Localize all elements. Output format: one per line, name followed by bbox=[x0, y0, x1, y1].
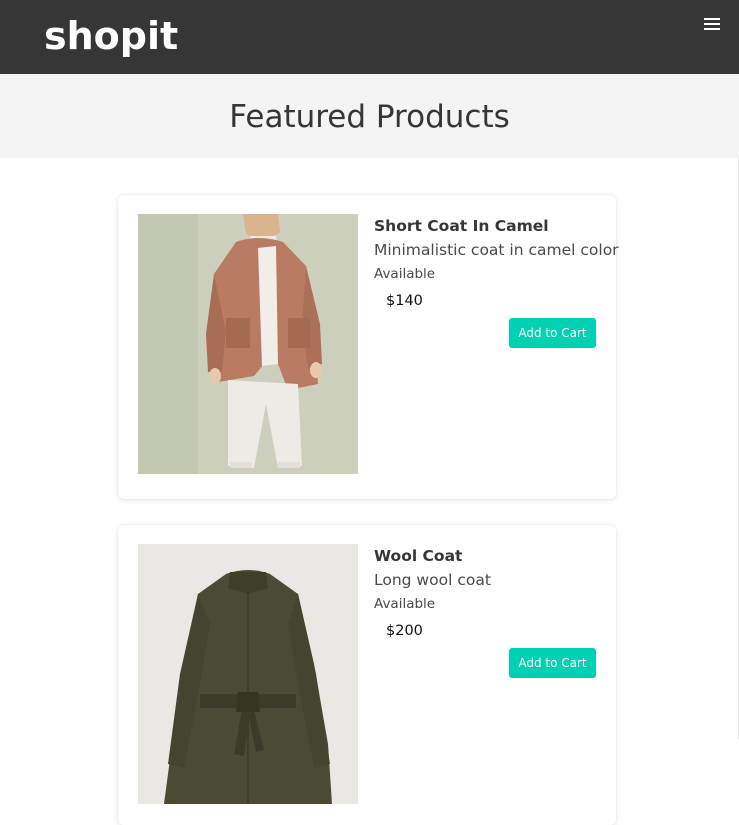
brand-logo[interactable]: shopit bbox=[44, 14, 178, 58]
product-title[interactable]: Wool Coat bbox=[374, 546, 606, 566]
product-price: $200 bbox=[386, 623, 423, 639]
hamburger-line bbox=[704, 18, 720, 20]
product-status: Available bbox=[374, 266, 436, 282]
wool-coat-photo bbox=[138, 544, 358, 804]
product-info: Short Coat In Camel Minimalistic coat in… bbox=[374, 216, 619, 310]
product-status: Available bbox=[374, 596, 436, 612]
product-image bbox=[138, 544, 358, 804]
hamburger-line bbox=[704, 23, 720, 25]
product-image bbox=[138, 214, 358, 474]
product-card: Wool Coat Long wool coat Available $200 … bbox=[118, 525, 616, 825]
hamburger-line bbox=[704, 28, 720, 30]
product-info: Wool Coat Long wool coat Available $200 bbox=[374, 546, 606, 640]
product-title[interactable]: Short Coat In Camel bbox=[374, 216, 606, 236]
add-to-cart-button[interactable]: Add to Cart bbox=[509, 318, 596, 348]
hero-section: Featured Products bbox=[0, 74, 739, 158]
add-to-cart-button[interactable]: Add to Cart bbox=[509, 648, 596, 678]
product-price: $140 bbox=[386, 293, 423, 309]
product-description: Long wool coat bbox=[374, 571, 491, 589]
product-card: Short Coat In Camel Minimalistic coat in… bbox=[118, 195, 619, 499]
camel-coat-photo bbox=[138, 214, 358, 474]
navbar: shopit bbox=[0, 0, 739, 74]
hamburger-menu-icon[interactable] bbox=[704, 17, 720, 30]
page-title: Featured Products bbox=[229, 99, 510, 135]
product-description: Minimalistic coat in camel color bbox=[374, 241, 619, 259]
